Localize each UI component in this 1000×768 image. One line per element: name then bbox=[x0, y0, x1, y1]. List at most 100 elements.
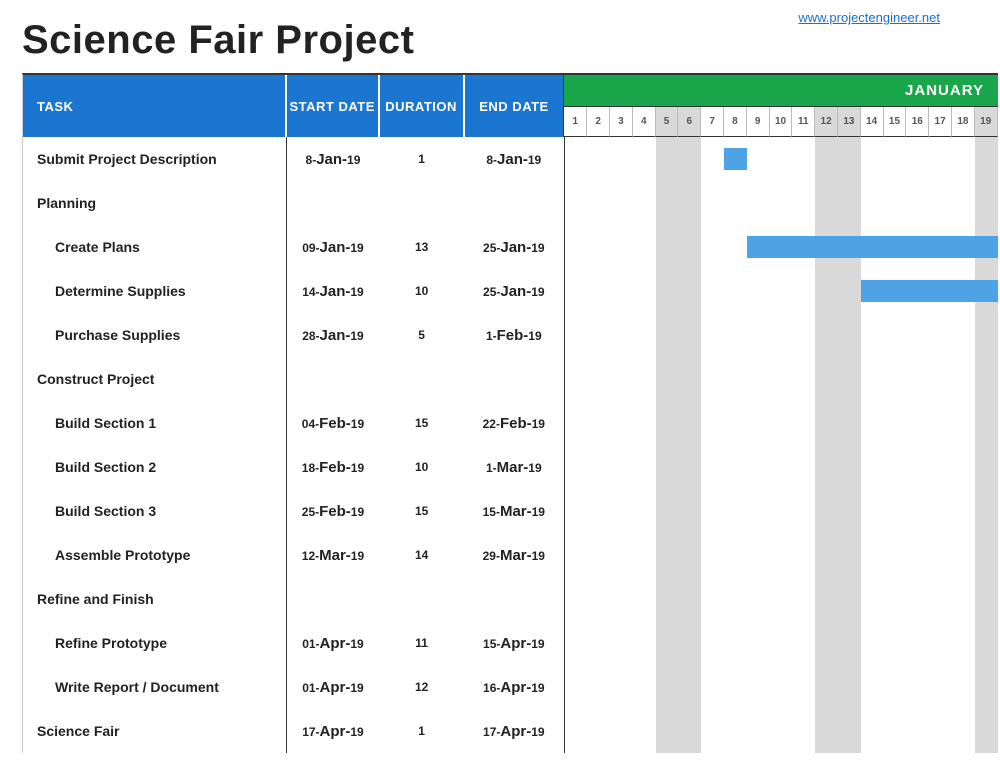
gantt-bar[interactable] bbox=[724, 148, 747, 170]
gantt-bg-col bbox=[633, 137, 656, 753]
start-date-cell[interactable]: 17-Apr-19 bbox=[287, 709, 380, 753]
duration-cell[interactable]: 5 bbox=[379, 313, 464, 357]
task-name-cell[interactable]: Create Plans bbox=[23, 225, 286, 269]
day-cell: 10 bbox=[770, 107, 793, 137]
day-cell: 3 bbox=[610, 107, 633, 137]
gantt-bg-col bbox=[815, 137, 838, 753]
day-cell: 9 bbox=[747, 107, 770, 137]
start-date-cell[interactable]: 18-Feb-19 bbox=[287, 445, 380, 489]
task-name-cell[interactable]: Construct Project bbox=[23, 357, 286, 401]
start-date-cell[interactable]: 25-Feb-19 bbox=[287, 489, 380, 533]
duration-cell[interactable]: 15 bbox=[379, 401, 464, 445]
day-cell: 11 bbox=[792, 107, 815, 137]
duration-cell[interactable]: 13 bbox=[379, 225, 464, 269]
start-date-cell[interactable]: 12-Mar-19 bbox=[287, 533, 380, 577]
gantt-bg-col bbox=[587, 137, 610, 753]
gantt-bar[interactable] bbox=[861, 280, 998, 302]
start-date-cell[interactable] bbox=[287, 181, 380, 225]
start-date-cell[interactable] bbox=[287, 577, 380, 621]
gantt-bg-col bbox=[907, 137, 930, 753]
start-date-cell[interactable]: 01-Apr-19 bbox=[287, 665, 380, 709]
start-date-cell[interactable]: 28-Jan-19 bbox=[287, 313, 380, 357]
duration-cell[interactable] bbox=[379, 357, 464, 401]
start-date-cell[interactable]: 14-Jan-19 bbox=[287, 269, 380, 313]
end-date-cell[interactable]: 16-Apr-19 bbox=[464, 665, 564, 709]
day-cell: 19 bbox=[975, 107, 998, 137]
day-cell: 8 bbox=[724, 107, 747, 137]
task-name-cell[interactable]: Assemble Prototype bbox=[23, 533, 286, 577]
task-column: Submit Project DescriptionPlanningCreate… bbox=[23, 137, 287, 753]
duration-cell[interactable]: 11 bbox=[379, 621, 464, 665]
source-link[interactable]: www.projectengineer.net bbox=[798, 10, 940, 25]
task-name-cell[interactable]: Submit Project Description bbox=[23, 137, 286, 181]
gantt-sheet: TASK START DATE DURATION END DATE JANUAR… bbox=[22, 73, 998, 753]
task-name-cell[interactable]: Build Section 2 bbox=[23, 445, 286, 489]
start-date-cell[interactable]: 01-Apr-19 bbox=[287, 621, 380, 665]
gantt-bg-col bbox=[747, 137, 770, 753]
start-date-cell[interactable]: 09-Jan-19 bbox=[287, 225, 380, 269]
start-date-cell[interactable] bbox=[287, 357, 380, 401]
header-duration: DURATION bbox=[380, 75, 465, 137]
end-date-cell[interactable]: 25-Jan-19 bbox=[464, 225, 564, 269]
header-start: START DATE bbox=[287, 75, 380, 137]
gantt-bg-col bbox=[610, 137, 633, 753]
duration-cell[interactable]: 15 bbox=[379, 489, 464, 533]
end-date-cell[interactable]: 1-Feb-19 bbox=[464, 313, 564, 357]
start-date-cell[interactable]: 04-Feb-19 bbox=[287, 401, 380, 445]
gantt-bg-col bbox=[701, 137, 724, 753]
end-date-cell[interactable] bbox=[464, 181, 564, 225]
duration-cell[interactable]: 14 bbox=[379, 533, 464, 577]
gantt-bg-col bbox=[975, 137, 998, 753]
gantt-bg-col bbox=[884, 137, 907, 753]
gantt-bg-col bbox=[952, 137, 975, 753]
header-row: TASK START DATE DURATION END DATE JANUAR… bbox=[23, 75, 998, 137]
end-date-cell[interactable]: 17-Apr-19 bbox=[464, 709, 564, 753]
day-cell: 5 bbox=[656, 107, 679, 137]
end-date-cell[interactable]: 22-Feb-19 bbox=[464, 401, 564, 445]
start-column: 8-Jan-19 09-Jan-1914-Jan-1928-Jan-19 04-Fe… bbox=[287, 137, 380, 753]
task-name-cell[interactable]: Planning bbox=[23, 181, 286, 225]
task-name-cell[interactable]: Refine and Finish bbox=[23, 577, 286, 621]
task-name-cell[interactable]: Build Section 1 bbox=[23, 401, 286, 445]
day-cell: 6 bbox=[678, 107, 701, 137]
end-date-cell[interactable]: 15-Mar-19 bbox=[464, 489, 564, 533]
end-date-cell[interactable]: 8-Jan-19 bbox=[464, 137, 564, 181]
end-date-cell[interactable]: 15-Apr-19 bbox=[464, 621, 564, 665]
day-cell: 13 bbox=[838, 107, 861, 137]
task-name-cell[interactable]: Write Report / Document bbox=[23, 665, 286, 709]
end-date-cell[interactable]: 29-Mar-19 bbox=[464, 533, 564, 577]
task-name-cell[interactable]: Determine Supplies bbox=[23, 269, 286, 313]
end-date-cell[interactable]: 1-Mar-19 bbox=[464, 445, 564, 489]
sheet-body: Submit Project DescriptionPlanningCreate… bbox=[23, 137, 998, 753]
gantt-area[interactable] bbox=[565, 137, 998, 753]
duration-cell[interactable]: 1 bbox=[379, 137, 464, 181]
task-name-cell[interactable]: Purchase Supplies bbox=[23, 313, 286, 357]
duration-cell[interactable] bbox=[379, 577, 464, 621]
day-cell: 1 bbox=[564, 107, 587, 137]
duration-cell[interactable]: 10 bbox=[379, 445, 464, 489]
gantt-bg-col bbox=[929, 137, 952, 753]
gantt-bg-col bbox=[770, 137, 793, 753]
end-column: 8-Jan-1925-Jan-1925-Jan-191-Feb-1922-Feb… bbox=[464, 137, 564, 753]
end-date-cell[interactable] bbox=[464, 577, 564, 621]
end-date-cell[interactable] bbox=[464, 357, 564, 401]
duration-column: 1131051510151411121 bbox=[379, 137, 464, 753]
gantt-bg-col bbox=[724, 137, 747, 753]
task-name-cell[interactable]: Build Section 3 bbox=[23, 489, 286, 533]
task-name-cell[interactable]: Refine Prototype bbox=[23, 621, 286, 665]
day-cell: 17 bbox=[929, 107, 952, 137]
task-name-cell[interactable]: Science Fair bbox=[23, 709, 286, 753]
day-cell: 4 bbox=[633, 107, 656, 137]
day-cell: 15 bbox=[884, 107, 907, 137]
gantt-bg-col bbox=[861, 137, 884, 753]
gantt-background bbox=[565, 137, 998, 753]
duration-cell[interactable]: 12 bbox=[379, 665, 464, 709]
header-end: END DATE bbox=[465, 75, 565, 137]
end-date-cell[interactable]: 25-Jan-19 bbox=[464, 269, 564, 313]
start-date-cell[interactable]: 8-Jan-19 bbox=[287, 137, 380, 181]
duration-cell[interactable]: 10 bbox=[379, 269, 464, 313]
duration-cell[interactable] bbox=[379, 181, 464, 225]
gantt-bar[interactable] bbox=[747, 236, 998, 258]
duration-cell[interactable]: 1 bbox=[379, 709, 464, 753]
data-columns: 8-Jan-19 09-Jan-1914-Jan-1928-Jan-19 04-Fe… bbox=[287, 137, 565, 753]
